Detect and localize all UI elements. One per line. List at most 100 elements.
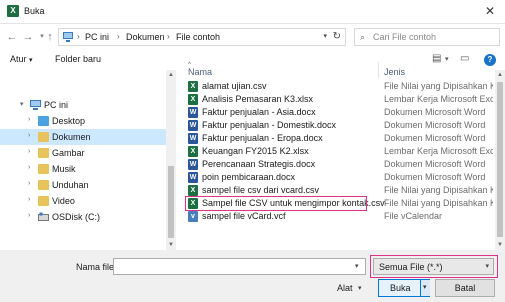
organize-label: Atur (10, 54, 27, 64)
forward-arrow-icon[interactable]: → (22, 31, 34, 43)
address-bar[interactable]: › PC ini › Dokumen › File contoh ▾ ↻ (58, 28, 346, 46)
file-name: sampel file csv dari vcard.csv (202, 185, 320, 195)
expand-chevron-icon[interactable]: › (28, 148, 30, 155)
scroll-up-icon[interactable]: ▲ (495, 70, 505, 80)
file-row[interactable]: W Faktur penjualan - Asia.docx Dokumen M… (184, 106, 493, 119)
new-folder-button[interactable]: Folder baru (55, 54, 101, 64)
expand-chevron-icon[interactable]: › (28, 180, 30, 187)
music-folder-icon (38, 164, 49, 174)
nav-label-osdisk: OSDisk (C:) (52, 212, 100, 222)
file-row[interactable]: W Faktur penjualan - Eropa.docx Dokumen … (184, 132, 493, 145)
nav-scrollbar[interactable]: ▲ ▼ (166, 70, 176, 250)
collapse-chevron-icon[interactable]: ▾ (20, 100, 24, 108)
nav-label-pictures: Gambar (52, 148, 85, 158)
scroll-thumb[interactable] (168, 166, 174, 238)
highlight-box-file (185, 196, 367, 211)
file-row[interactable]: X Keuangan FY2015 K2.xlsx Lembar Kerja M… (184, 145, 493, 158)
file-name: Analisis Pemasaran K3.xlsx (202, 94, 314, 104)
scroll-down-icon[interactable]: ▼ (495, 240, 505, 250)
search-placeholder: Cari File contoh (373, 32, 437, 42)
filename-dropdown-icon[interactable]: ▾ (355, 262, 359, 270)
search-icon: ⌕ (360, 32, 366, 42)
file-row[interactable]: W Faktur penjualan - Domestik.docx Dokum… (184, 119, 493, 132)
chevron-down-icon: ▾ (423, 284, 427, 291)
column-header-type[interactable]: Jenis (384, 67, 405, 77)
breadcrumb-pc[interactable]: PC ini (85, 32, 109, 42)
cancel-button[interactable]: Batal (435, 279, 495, 297)
nav-item-pc[interactable]: ▾ PC ini (0, 97, 176, 113)
open-button-label: Buka (390, 283, 411, 293)
breadcrumb-documents[interactable]: Dokumen (126, 32, 165, 42)
excel-csv-icon: X (188, 81, 198, 92)
nav-item-desktop[interactable]: › Desktop (0, 113, 176, 129)
close-icon[interactable]: ✕ (483, 4, 497, 18)
nav-item-music[interactable]: › Musik (0, 161, 176, 177)
breadcrumb-separator-icon: › (77, 32, 80, 41)
chevron-down-icon: ▾ (29, 57, 33, 64)
filename-label: Nama file: (76, 262, 117, 272)
address-dropdown-icon[interactable]: ▾ (323, 32, 327, 40)
file-type: Lembar Kerja Microsoft Excel (384, 146, 493, 156)
drive-icon (38, 212, 49, 221)
filename-input[interactable] (113, 258, 366, 275)
file-row[interactable]: W poin pembicaraan.docx Dokumen Microsof… (184, 171, 493, 184)
nav-item-downloads[interactable]: › Unduhan (0, 177, 176, 193)
bottom-panel: Nama file: ▾ Semua File (*.*) ▾ Alat ▾ B… (0, 250, 505, 302)
expand-chevron-icon[interactable]: › (28, 116, 30, 123)
column-divider[interactable] (378, 62, 379, 78)
search-box[interactable]: ⌕ Cari File contoh (354, 28, 500, 46)
file-type: Lembar Kerja Microsoft Excel (384, 94, 493, 104)
back-arrow-icon[interactable]: ← (6, 31, 18, 43)
up-arrow-icon[interactable]: ↑ (44, 31, 56, 43)
scroll-thumb[interactable] (497, 82, 503, 237)
file-row[interactable]: W Perencanaan Strategis.docx Dokumen Mic… (184, 158, 493, 171)
pc-icon (30, 100, 41, 110)
window-title: Buka (24, 6, 45, 16)
file-name: sampel file vCard.vcf (202, 211, 286, 221)
nav-item-osdisk[interactable]: › OSDisk (C:) (0, 209, 176, 225)
tools-chevron-icon[interactable]: ▾ (358, 284, 362, 292)
expand-chevron-icon[interactable]: › (28, 132, 30, 139)
file-name: Keuangan FY2015 K2.xlsx (202, 146, 309, 156)
file-row[interactable]: v sampel file vCard.vcf File vCalendar (184, 210, 493, 223)
nav-label-desktop: Desktop (52, 116, 86, 126)
title-bar: X Buka ✕ (0, 0, 505, 24)
nav-item-pictures[interactable]: › Gambar (0, 145, 176, 161)
scroll-up-icon[interactable]: ▲ (166, 70, 176, 80)
word-icon: W (188, 159, 198, 170)
open-button[interactable]: Buka ▾ (378, 279, 430, 297)
word-icon: W (188, 120, 198, 131)
pictures-folder-icon (38, 148, 49, 158)
file-type: File vCalendar (384, 211, 443, 221)
refresh-icon[interactable]: ↻ (333, 31, 341, 42)
pc-icon (63, 32, 73, 42)
highlight-box-filter (370, 255, 498, 278)
file-name: alamat ujian.csv (202, 81, 267, 91)
breadcrumb-sample-files[interactable]: File contoh (176, 32, 220, 42)
nav-label-downloads: Unduhan (52, 180, 89, 190)
expand-chevron-icon[interactable]: › (28, 164, 30, 171)
file-list-scrollbar[interactable]: ▲ ▼ (495, 70, 505, 250)
breadcrumb-separator-icon: › (117, 32, 120, 41)
scroll-down-icon[interactable]: ▼ (166, 240, 176, 250)
file-name: Faktur penjualan - Asia.docx (202, 107, 316, 117)
file-name: Perencanaan Strategis.docx (202, 159, 316, 169)
tools-menu[interactable]: Alat (337, 283, 353, 293)
file-list: ^ Nama Jenis X alamat ujian.csv File Nil… (184, 62, 493, 250)
column-header-name[interactable]: Nama (188, 67, 212, 77)
file-name: poin pembicaraan.docx (202, 172, 296, 182)
nav-label-music: Musik (52, 164, 76, 174)
organize-button[interactable]: Atur ▾ (10, 54, 33, 64)
file-row[interactable]: X Analisis Pemasaran K3.xlsx Lembar Kerj… (184, 93, 493, 106)
file-type: File Nilai yang Dipisahkan Koma (384, 198, 493, 208)
file-name: Faktur penjualan - Domestik.docx (202, 120, 337, 130)
expand-chevron-icon[interactable]: › (28, 212, 30, 219)
documents-folder-icon (38, 132, 49, 142)
nav-item-video[interactable]: › Video (0, 193, 176, 209)
file-row[interactable]: X alamat ujian.csv File Nilai yang Dipis… (184, 80, 493, 93)
expand-chevron-icon[interactable]: › (28, 196, 30, 203)
nav-item-documents[interactable]: › Dokumen (0, 129, 176, 145)
word-icon: W (188, 133, 198, 144)
address-row: ← → ▾ ↑ › PC ini › Dokumen › File contoh… (0, 24, 505, 50)
open-options-button[interactable]: ▾ (420, 280, 430, 296)
